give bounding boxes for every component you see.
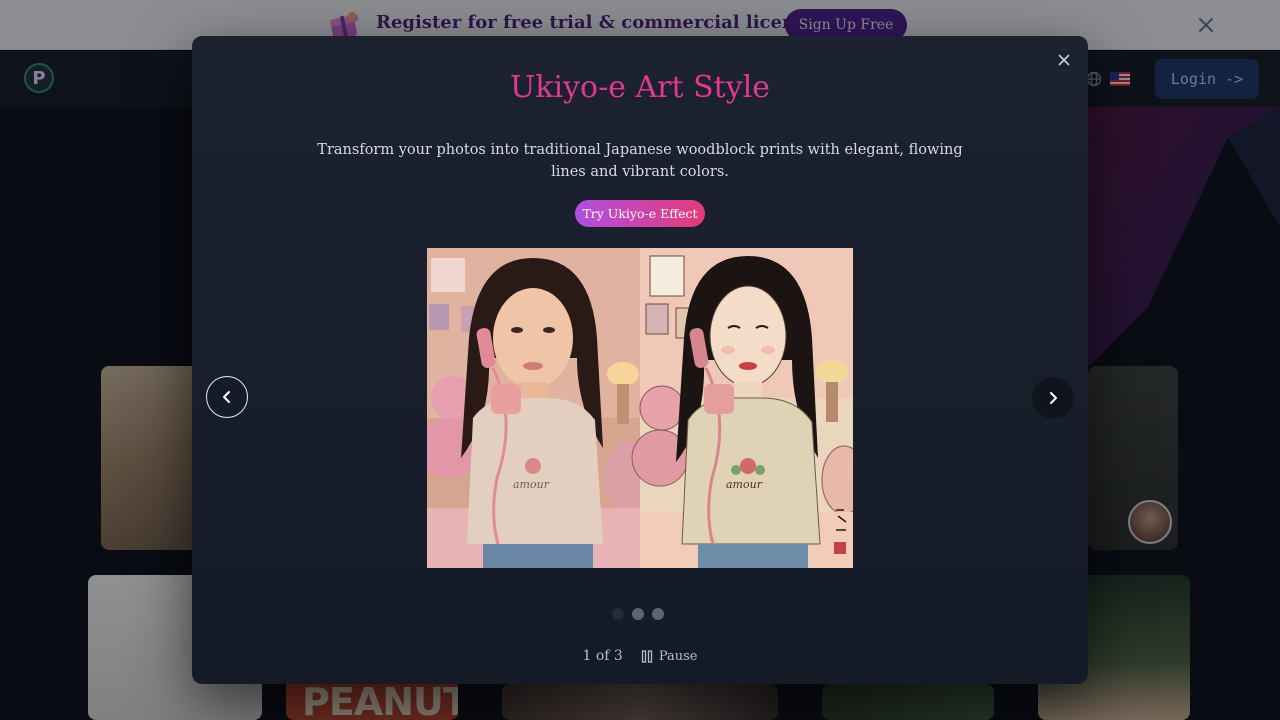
pause-icon <box>641 649 652 663</box>
try-effect-button[interactable]: Try Ukiyo-e Effect <box>575 200 705 227</box>
previous-slide-button[interactable] <box>206 376 248 418</box>
shirt-text-before: amour <box>513 478 550 491</box>
carousel-dots <box>612 608 668 620</box>
before-photo: amour <box>427 248 653 568</box>
slide-counter: 1 of 3 <box>582 648 623 664</box>
chevron-right-icon <box>1050 392 1057 404</box>
after-illustration: amour <box>631 248 853 568</box>
next-slide-button[interactable] <box>1032 377 1074 419</box>
shirt-text-after: amour <box>726 478 763 491</box>
chevron-left-icon <box>223 391 230 403</box>
modal-title: Ukiyo-e Art Style <box>510 70 770 105</box>
carousel-dot[interactable] <box>612 608 624 620</box>
pause-label: Pause <box>658 648 698 664</box>
carousel-footer: 1 of 3 Pause <box>192 646 1088 666</box>
carousel-dot[interactable] <box>652 608 664 620</box>
pause-button[interactable]: Pause <box>641 648 698 664</box>
carousel-dot[interactable] <box>632 608 644 620</box>
modal-description: Transform your photos into traditional J… <box>317 142 963 180</box>
before-after-image: amour amour <box>427 248 853 568</box>
style-preview-modal: Ukiyo-e Art Style Transform your photos … <box>192 36 1088 684</box>
close-icon[interactable] <box>1054 50 1074 70</box>
